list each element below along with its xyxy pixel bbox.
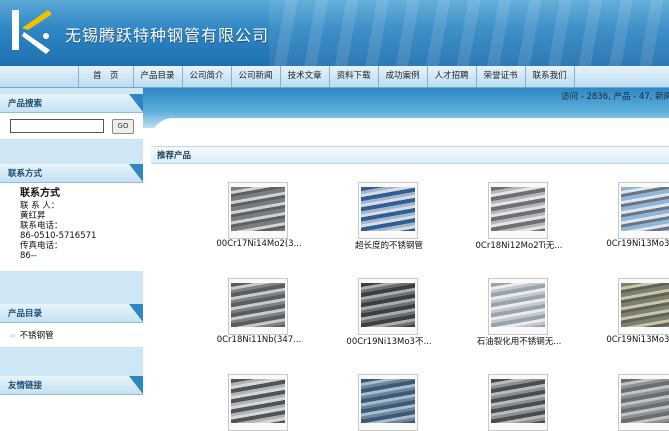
- site-header: 无锡腾跃特种钢管有限公司: [0, 0, 669, 66]
- contact-info: 联系方式 联 系 人： 黄红昇 联系电话： 86-0510-5716571 传真电话： 8…: [20, 188, 97, 262]
- contact-line: 联 系 人：: [20, 201, 60, 211]
- product-thumbnail[interactable]: [228, 278, 288, 335]
- product-thumbnail[interactable]: [358, 374, 418, 431]
- catalog-box: ›› 不锈钢管: [0, 323, 143, 347]
- product-thumbnail[interactable]: [618, 374, 669, 431]
- product-image: [491, 187, 545, 231]
- nav-item[interactable]: 技术文章: [279, 66, 329, 87]
- search-box: GO: [0, 113, 143, 139]
- product-thumbnail[interactable]: [358, 278, 418, 335]
- product-thumbnail[interactable]: [618, 278, 669, 335]
- nav-item[interactable]: 成功案例: [377, 66, 427, 87]
- product-image: [491, 379, 545, 423]
- sidebar: 产品搜索 GO 联系方式 联系方式 联 系 人： 黄红昇 联系电话： 86-0510-…: [0, 88, 143, 431]
- links-box-title: 友情链接: [0, 376, 143, 395]
- product-name[interactable]: 石油裂化用不锈钢无...: [456, 335, 582, 347]
- nav-item[interactable]: 荣誉证书: [475, 66, 525, 87]
- company-name: 无锡腾跃特种钢管有限公司: [65, 26, 270, 45]
- company-logo[interactable]: [8, 6, 58, 56]
- nav-item[interactable]: 联系我们: [524, 66, 575, 87]
- product-name[interactable]: 0Cr19Ni13Mo3(31...: [586, 335, 669, 345]
- contact-line: 86-0510-5716571: [20, 231, 97, 241]
- header-decoration: [269, 0, 669, 66]
- product-name[interactable]: 0Cr19Ni13Mo3(31...: [586, 239, 669, 249]
- catalog-box-title: 产品目录: [0, 304, 143, 323]
- product-thumbnail[interactable]: [488, 374, 548, 431]
- contact-line: 黄红昇: [20, 211, 46, 221]
- links-box: [0, 395, 143, 431]
- product-name[interactable]: 00Cr17Ni14Mo2(3...: [196, 239, 322, 249]
- product-image: [231, 379, 285, 423]
- product-thumbnail[interactable]: [358, 182, 418, 239]
- catalog-item[interactable]: ›› 不锈钢管: [10, 329, 54, 341]
- product-image: [621, 379, 669, 423]
- nav-item[interactable]: 产品目录: [132, 66, 182, 87]
- product-image: [621, 283, 669, 327]
- product-image: [231, 283, 285, 327]
- search-box-title: 产品搜索: [0, 94, 143, 113]
- search-input[interactable]: [10, 119, 104, 133]
- product-thumbnail[interactable]: [228, 374, 288, 431]
- recommended-header: 推荐产品: [151, 146, 669, 164]
- contact-line: 86--: [20, 251, 37, 261]
- product-image: [491, 283, 545, 327]
- nav-item[interactable]: 公司新闻: [230, 66, 280, 87]
- product-image: [361, 379, 415, 423]
- main-content: 访问 - 2836, 产品 - 47, 新闻 推荐产品 00Cr17Ni14Mo…: [143, 88, 669, 431]
- product-image: [621, 187, 669, 231]
- product-thumbnail[interactable]: [488, 182, 548, 239]
- nav-item[interactable]: 资料下载: [328, 66, 378, 87]
- site-stats: 访问 - 2836, 产品 - 47, 新闻: [561, 92, 669, 102]
- product-image: [231, 187, 285, 231]
- contact-line: 传真电话：: [20, 241, 63, 251]
- product-name[interactable]: 0Cr18Ni12Mo2Ti无...: [456, 239, 582, 251]
- product-image: [361, 187, 415, 231]
- product-thumbnail[interactable]: [488, 278, 548, 335]
- product-thumbnail[interactable]: [618, 182, 669, 239]
- search-go-button[interactable]: GO: [112, 119, 134, 134]
- contact-box-title: 联系方式: [0, 164, 143, 183]
- nav-item[interactable]: 首 页: [78, 66, 133, 87]
- nav-item[interactable]: 人才招聘: [426, 66, 476, 87]
- product-name[interactable]: 超长度的不锈钢管: [326, 239, 452, 251]
- nav-item[interactable]: 公司简介: [181, 66, 231, 87]
- product-thumbnail[interactable]: [228, 182, 288, 239]
- product-name[interactable]: 0Cr18Ni11Nb(347...: [196, 335, 322, 345]
- contact-line: 联系电话：: [20, 221, 63, 231]
- contact-heading: 联系方式: [20, 188, 60, 199]
- product-image: [361, 283, 415, 327]
- main-nav: 首 页产品目录 公司简介 公司新闻 技术文章 资料下载 成功案例 人才招聘 荣誉证书 联系我们: [0, 66, 669, 88]
- product-name[interactable]: 00Cr19Ni13Mo3不...: [326, 335, 452, 347]
- bullet-icon: ››: [10, 332, 16, 340]
- contact-box: 联系方式 联 系 人： 黄红昇 联系电话： 86-0510-5716571 传真电话： 8…: [0, 183, 143, 271]
